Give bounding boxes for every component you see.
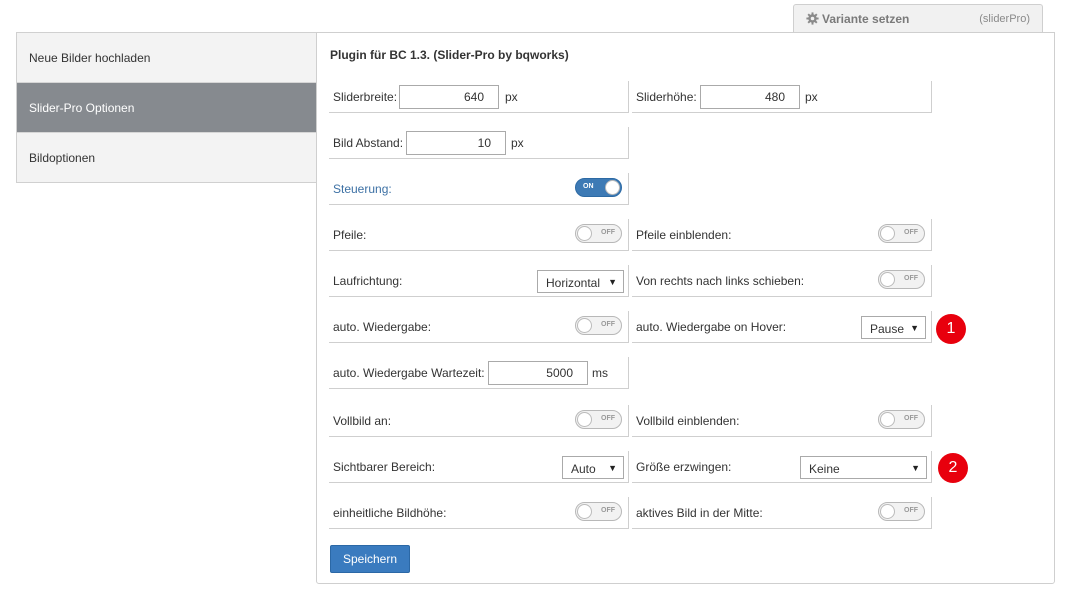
sidebar-item-upload-images[interactable]: Neue Bilder hochladen bbox=[17, 33, 316, 83]
annotation-badge-1: 1 bbox=[936, 314, 966, 344]
controls-row: Steuerung: ON bbox=[329, 173, 629, 205]
slider-width-unit: px bbox=[505, 90, 518, 104]
sidebar-item-slider-pro-options[interactable]: Slider-Pro Optionen bbox=[17, 83, 316, 133]
slider-width-label: Sliderbreite: bbox=[333, 90, 398, 104]
rtl-row: Von rechts nach links schieben: OFF bbox=[632, 265, 932, 297]
toggle-knob bbox=[880, 412, 895, 427]
variant-tab[interactable]: Variante setzen (sliderPro) bbox=[793, 4, 1043, 33]
autoplay-delay-input[interactable] bbox=[488, 361, 588, 385]
center-image-label: aktives Bild in der Mitte: bbox=[636, 506, 763, 520]
arrows-toggle[interactable]: OFF bbox=[575, 224, 622, 243]
fullscreen-row: Vollbild an: OFF bbox=[329, 405, 629, 437]
autoplay-delay-unit: ms bbox=[592, 366, 608, 380]
toggle-state: OFF bbox=[904, 275, 918, 282]
sidebar-item-label: Slider-Pro Optionen bbox=[29, 101, 135, 115]
force-size-select[interactable]: Keine ▼ bbox=[800, 456, 927, 479]
force-size-select-value: Keine bbox=[809, 462, 840, 476]
chevron-down-icon: ▼ bbox=[608, 463, 617, 473]
chevron-down-icon: ▼ bbox=[910, 323, 919, 333]
arrows-fade-label: Pfeile einblenden: bbox=[636, 228, 732, 242]
toggle-state: OFF bbox=[904, 229, 918, 236]
toggle-state: OFF bbox=[601, 321, 615, 328]
fullscreen-fade-label: Vollbild einblenden: bbox=[636, 414, 740, 428]
annotation-badge-2: 2 bbox=[938, 453, 968, 483]
gear-icon bbox=[806, 12, 819, 25]
arrows-fade-toggle[interactable]: OFF bbox=[878, 224, 925, 243]
toggle-knob bbox=[605, 180, 620, 195]
slider-height-unit: px bbox=[805, 90, 818, 104]
force-size-label: Größe erzwingen: bbox=[636, 460, 732, 474]
image-spacing-input[interactable] bbox=[406, 131, 506, 155]
arrows-fade-row: Pfeile einblenden: OFF bbox=[632, 219, 932, 251]
toggle-state: OFF bbox=[601, 415, 615, 422]
arrows-row: Pfeile: OFF bbox=[329, 219, 629, 251]
autoplay-hover-select[interactable]: Pause ▼ bbox=[861, 316, 926, 339]
sidebar: Neue Bilder hochladen Slider-Pro Optione… bbox=[16, 32, 317, 183]
slider-height-row: Sliderhöhe: px bbox=[632, 81, 932, 113]
slider-height-label: Sliderhöhe: bbox=[636, 90, 697, 104]
toggle-state: OFF bbox=[904, 507, 918, 514]
fullscreen-label: Vollbild an: bbox=[333, 414, 392, 428]
toggle-knob bbox=[577, 412, 592, 427]
image-spacing-unit: px bbox=[511, 136, 524, 150]
autoplay-hover-row: auto. Wiedergabe on Hover: Pause ▼ bbox=[632, 311, 932, 343]
toggle-knob bbox=[880, 226, 895, 241]
controls-label: Steuerung: bbox=[333, 182, 392, 196]
settings-panel: Plugin für BC 1.3. (Slider-Pro by bqwork… bbox=[316, 32, 1055, 584]
visible-size-select[interactable]: Auto ▼ bbox=[562, 456, 624, 479]
slider-height-input[interactable] bbox=[700, 85, 800, 109]
toggle-state: ON bbox=[583, 183, 594, 190]
chevron-down-icon: ▼ bbox=[608, 277, 617, 287]
visible-size-select-value: Auto bbox=[571, 462, 596, 476]
autoplay-row: auto. Wiedergabe: OFF bbox=[329, 311, 629, 343]
visible-size-label: Sichtbarer Bereich: bbox=[333, 460, 436, 474]
slider-width-input[interactable] bbox=[399, 85, 499, 109]
autoplay-delay-row: auto. Wiedergabe Wartezeit: ms bbox=[329, 357, 629, 389]
fullscreen-fade-row: Vollbild einblenden: OFF bbox=[632, 405, 932, 437]
rtl-label: Von rechts nach links schieben: bbox=[636, 274, 805, 288]
direction-select-value: Horizontal bbox=[546, 276, 601, 290]
auto-height-row: einheitliche Bildhöhe: OFF bbox=[329, 497, 629, 529]
auto-height-toggle[interactable]: OFF bbox=[575, 502, 622, 521]
toggle-state: OFF bbox=[904, 415, 918, 422]
fullscreen-fade-toggle[interactable]: OFF bbox=[878, 410, 925, 429]
image-spacing-row: Bild Abstand: px bbox=[329, 127, 629, 159]
visible-size-row: Sichtbarer Bereich: Auto ▼ bbox=[329, 451, 629, 483]
toggle-knob bbox=[880, 272, 895, 287]
image-spacing-label: Bild Abstand: bbox=[333, 136, 404, 150]
auto-height-label: einheitliche Bildhöhe: bbox=[333, 506, 447, 520]
variant-tab-label: Variante setzen bbox=[822, 12, 910, 26]
sidebar-item-label: Bildoptionen bbox=[29, 151, 96, 165]
toggle-knob bbox=[880, 504, 895, 519]
sidebar-item-label: Neue Bilder hochladen bbox=[29, 51, 151, 65]
center-image-toggle[interactable]: OFF bbox=[878, 502, 925, 521]
fullscreen-toggle[interactable]: OFF bbox=[575, 410, 622, 429]
autoplay-label: auto. Wiedergabe: bbox=[333, 320, 432, 334]
sidebar-item-image-options[interactable]: Bildoptionen bbox=[17, 133, 316, 183]
panel-title: Plugin für BC 1.3. (Slider-Pro by bqwork… bbox=[330, 48, 569, 62]
autoplay-delay-label: auto. Wiedergabe Wartezeit: bbox=[333, 366, 485, 380]
controls-toggle[interactable]: ON bbox=[575, 178, 622, 197]
autoplay-hover-select-value: Pause bbox=[870, 322, 905, 336]
direction-row: Laufrichtung: Horizontal ▼ bbox=[329, 265, 629, 297]
toggle-knob bbox=[577, 504, 592, 519]
arrows-label: Pfeile: bbox=[333, 228, 367, 242]
autoplay-toggle[interactable]: OFF bbox=[575, 316, 622, 335]
direction-label: Laufrichtung: bbox=[333, 274, 403, 288]
toggle-state: OFF bbox=[601, 507, 615, 514]
center-image-row: aktives Bild in der Mitte: OFF bbox=[632, 497, 932, 529]
autoplay-hover-label: auto. Wiedergabe on Hover: bbox=[636, 320, 787, 334]
toggle-knob bbox=[577, 226, 592, 241]
variant-tab-code: (sliderPro) bbox=[979, 13, 1030, 25]
toggle-knob bbox=[577, 318, 592, 333]
rtl-toggle[interactable]: OFF bbox=[878, 270, 925, 289]
direction-select[interactable]: Horizontal ▼ bbox=[537, 270, 624, 293]
force-size-row: Größe erzwingen: Keine ▼ bbox=[632, 451, 932, 483]
slider-width-row: Sliderbreite: px bbox=[329, 81, 629, 113]
plugin-settings-screen: Variante setzen (sliderPro) Neue Bilder … bbox=[0, 0, 1072, 592]
toggle-state: OFF bbox=[601, 229, 615, 236]
save-button[interactable]: Speichern bbox=[330, 545, 410, 573]
chevron-down-icon: ▼ bbox=[911, 463, 920, 473]
